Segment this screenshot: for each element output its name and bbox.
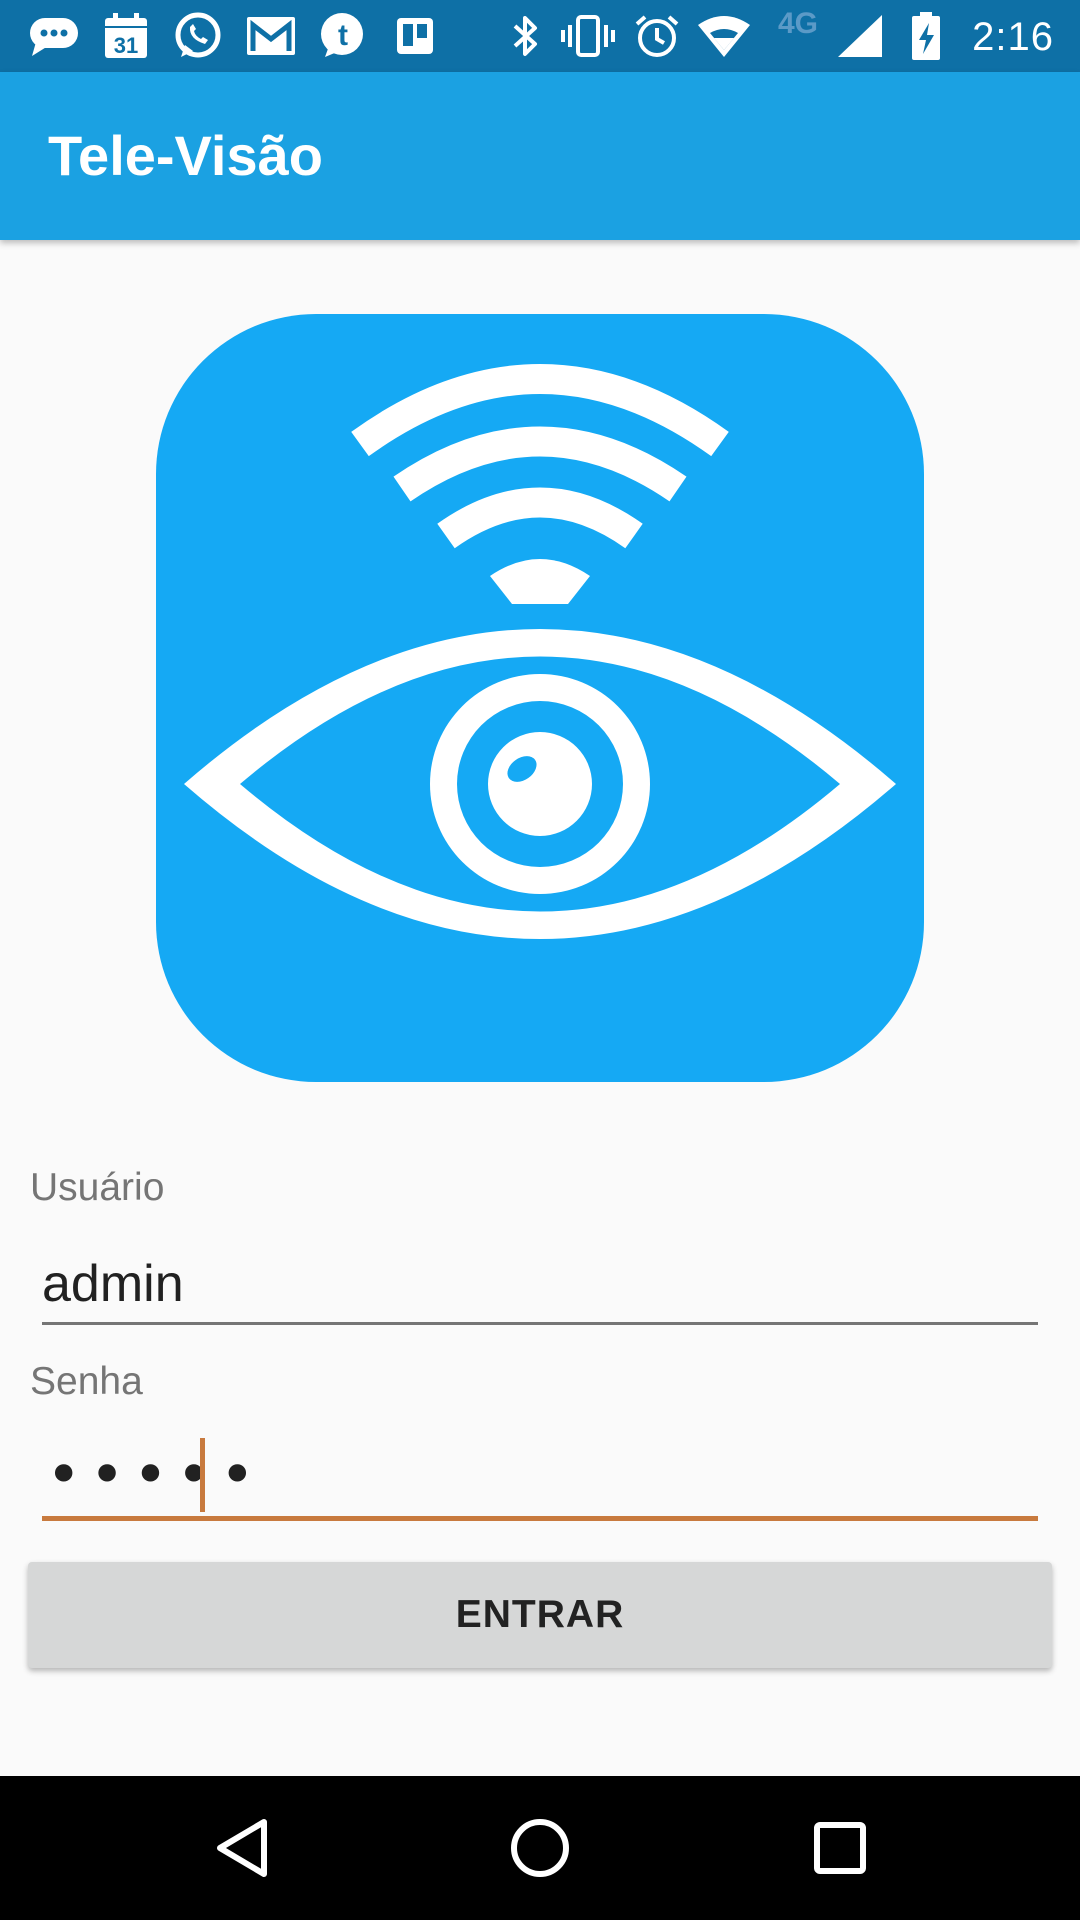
navigation-bar xyxy=(0,1776,1080,1920)
messages-icon xyxy=(26,10,82,62)
status-time: 2:16 xyxy=(972,15,1054,59)
tumblr-icon: t xyxy=(316,10,368,62)
login-button[interactable]: ENTRAR xyxy=(28,1562,1052,1668)
wifi-arc-3 xyxy=(437,487,643,549)
page-title: Tele-Visão xyxy=(48,124,323,187)
app-logo xyxy=(156,314,924,1082)
username-underline xyxy=(42,1322,1038,1325)
username-label: Usuário xyxy=(30,1166,165,1209)
battery-charging-icon xyxy=(906,10,946,62)
alarm-icon xyxy=(632,10,682,62)
password-underline xyxy=(42,1516,1038,1521)
app-bar: Tele-Visão xyxy=(0,72,1080,240)
back-icon[interactable] xyxy=(206,1812,278,1884)
password-dots: ••••• xyxy=(46,1440,263,1510)
vibrate-icon xyxy=(560,10,616,62)
svg-text:t: t xyxy=(338,19,348,52)
trello-icon xyxy=(392,10,438,62)
wifi-eye-icon xyxy=(184,364,896,939)
status-bar: 31 t 4G 2:16 xyxy=(0,0,1080,72)
recents-icon[interactable] xyxy=(804,1812,876,1884)
wifi-arc-2 xyxy=(393,426,687,502)
calendar-day-text: 31 xyxy=(114,33,138,58)
calendar-icon: 31 xyxy=(102,10,150,62)
network-type-label: 4G xyxy=(777,7,819,40)
home-icon[interactable] xyxy=(504,1812,576,1884)
wifi-arc-4 xyxy=(490,559,590,604)
username-input[interactable] xyxy=(42,1236,1038,1332)
eye-pupil xyxy=(488,732,592,836)
signal-icon xyxy=(834,10,888,62)
login-screen: 31 t 4G 2:16 Tele-Visão Usuário admin Se… xyxy=(0,0,1080,1920)
gmail-icon xyxy=(244,10,298,62)
text-caret xyxy=(200,1438,205,1512)
wifi-icon xyxy=(696,10,752,62)
whatsapp-icon xyxy=(172,10,224,62)
password-label: Senha xyxy=(30,1360,143,1403)
bluetooth-icon xyxy=(508,10,544,62)
